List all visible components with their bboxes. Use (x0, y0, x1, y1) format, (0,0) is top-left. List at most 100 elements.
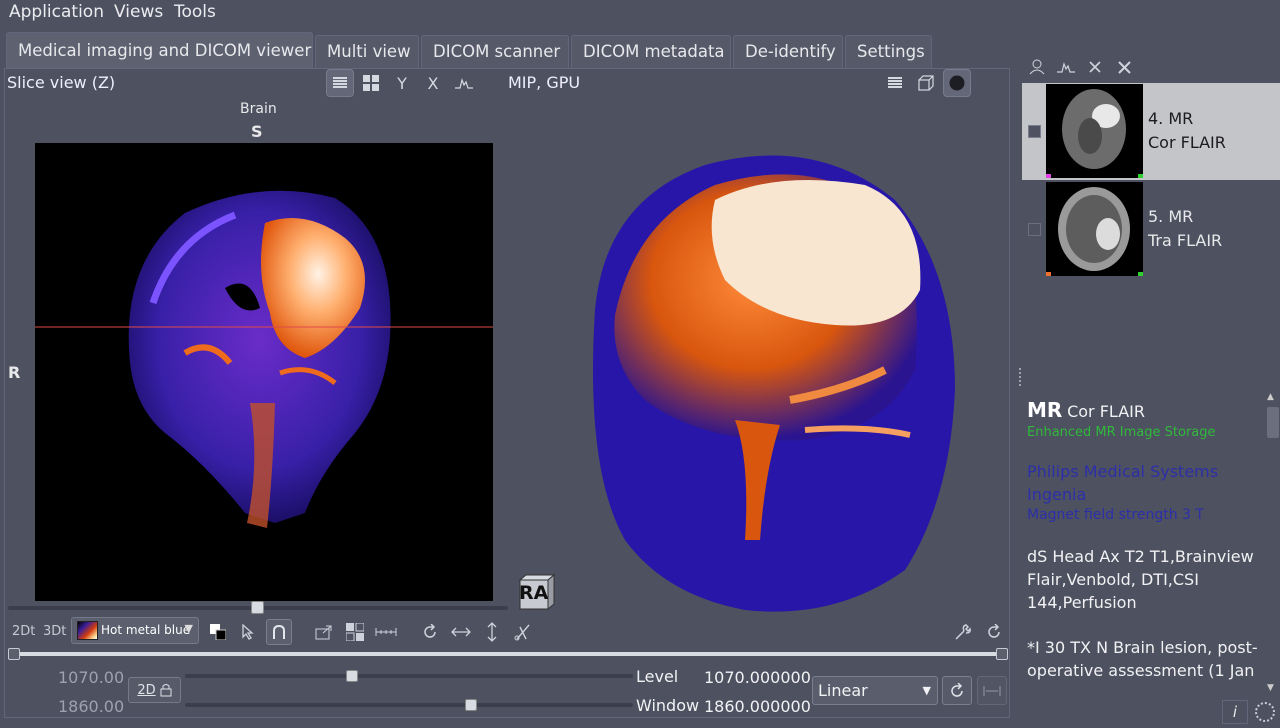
sphere-view-button[interactable] (943, 69, 971, 97)
menu-application[interactable]: Application (9, 2, 104, 22)
width-range-button[interactable] (977, 676, 1007, 705)
checker-icon (346, 623, 364, 641)
series-index: 4. MR (1148, 109, 1194, 128)
lut-swatch-icon (77, 621, 98, 640)
bw-toggle-button[interactable] (205, 619, 231, 645)
mode-2dt-button[interactable]: 2Dt (12, 624, 35, 639)
frame-range-end-handle[interactable] (996, 648, 1008, 660)
interpolation-value: Linear (818, 681, 868, 700)
cube-icon (918, 75, 934, 91)
panel-splitter[interactable] (1019, 368, 1022, 386)
info-scrollbar-thumb[interactable] (1267, 407, 1279, 438)
level-slider-track[interactable] (185, 674, 633, 678)
series-thumbnail (1046, 84, 1143, 178)
export-icon (315, 625, 332, 640)
cut-tool-button[interactable] (510, 619, 536, 645)
frame-range-slider[interactable] (14, 652, 1002, 656)
tab-settings[interactable]: Settings (845, 35, 932, 68)
magnet-icon (273, 625, 285, 639)
menu-views[interactable]: Views (114, 2, 163, 22)
lock-2d-button[interactable]: 2D (128, 677, 181, 703)
close-all-button[interactable] (1112, 55, 1136, 79)
ruler-icon (375, 628, 397, 636)
slice-slider-handle[interactable] (251, 601, 264, 614)
flip-vertical-button[interactable] (479, 619, 505, 645)
series-thumbnail (1046, 182, 1143, 276)
series-toolbar (1026, 55, 1146, 79)
window-slider-handle[interactable] (465, 699, 477, 711)
reset-view-button[interactable] (981, 619, 1007, 645)
coronal-slice-image (35, 190, 493, 528)
level-label: Level (636, 667, 679, 686)
slice-viewport[interactable] (35, 143, 493, 601)
histogram-icon (1057, 62, 1075, 73)
reset-level-window-button[interactable] (942, 676, 972, 705)
chevron-up-icon[interactable]: ▲ (1267, 392, 1274, 402)
sphere-icon (949, 75, 965, 91)
window-value: 1860.00 (58, 697, 125, 716)
tab-medical-imaging[interactable]: Medical imaging and DICOM viewer (6, 32, 313, 68)
measure-distance-button[interactable] (373, 619, 399, 645)
checker-button[interactable] (342, 619, 368, 645)
frame-range-start-handle[interactable] (8, 648, 20, 660)
single-view-button[interactable] (326, 69, 354, 97)
reset-rotation-button[interactable] (417, 619, 443, 645)
refresh-icon (951, 682, 963, 697)
chevron-down-icon[interactable]: ▼ (1267, 683, 1274, 693)
cube-view-button[interactable] (912, 69, 940, 97)
tab-multi-view[interactable]: Multi view (315, 35, 419, 68)
tools-button[interactable] (950, 619, 976, 645)
lut-combobox[interactable]: Hot metal blue ▼ (71, 617, 199, 644)
cut-icon (514, 624, 530, 641)
close-series-button[interactable] (1083, 55, 1107, 79)
level-value: 1070.00 (58, 668, 125, 687)
region-label: Brain (240, 101, 277, 117)
magnet-tool-button[interactable] (266, 619, 292, 645)
info-description: Cor FLAIR (1067, 402, 1145, 421)
info-manufacturer: Philips Medical Systems Ingenia (1027, 462, 1219, 504)
window-slider-track[interactable] (185, 703, 633, 707)
arrows-vertical-icon (487, 622, 497, 642)
head-volume-image (593, 155, 955, 612)
info-comment: *I 30 TX N Brain lesion, post-operative … (1027, 638, 1258, 680)
orientation-superior-label: S (251, 122, 263, 141)
lut-value: Hot metal blue (101, 623, 191, 637)
user-select-button[interactable] (1026, 55, 1050, 79)
info-sop-class: Enhanced MR Image Storage (1027, 425, 1216, 440)
arrows-horizontal-icon (451, 627, 471, 637)
tab-de-identify[interactable]: De-identify (733, 35, 843, 68)
series-checkbox[interactable] (1028, 125, 1041, 138)
series-item[interactable]: 4. MR Cor FLAIR (1022, 83, 1280, 180)
lines-icon (333, 77, 347, 88)
menubar: Application Views Tools (0, 0, 1280, 26)
pointer-tool-button[interactable] (235, 619, 261, 645)
series-info-panel: MR Cor FLAIR Enhanced MR Image Storage P… (1022, 390, 1262, 698)
histogram-button[interactable] (1054, 55, 1078, 79)
series-checkbox[interactable] (1028, 223, 1041, 236)
histogram-button[interactable] (450, 69, 478, 97)
histogram-icon (455, 78, 473, 89)
flip-horizontal-button[interactable] (448, 619, 474, 645)
export-button[interactable] (311, 619, 337, 645)
info-icon[interactable]: i (1222, 700, 1248, 724)
wrench-icon (955, 624, 971, 640)
lines-icon (888, 77, 902, 88)
series-item[interactable]: 5. MR Tra FLAIR (1022, 181, 1280, 278)
volume-render-viewport[interactable] (565, 140, 975, 620)
user-icon (1029, 59, 1045, 75)
y-view-button[interactable]: Y (388, 69, 416, 97)
close-icon (1117, 60, 1131, 74)
tab-dicom-metadata[interactable]: DICOM metadata (571, 35, 731, 68)
tab-dicom-scanner[interactable]: DICOM scanner (421, 35, 569, 68)
grid-view-button[interactable] (357, 69, 385, 97)
orientation-cube[interactable]: RA (516, 573, 556, 611)
mode-3dt-button[interactable]: 3Dt (43, 624, 66, 639)
grid-icon (363, 75, 379, 91)
settings-lines-button[interactable] (881, 69, 909, 97)
interpolation-combobox[interactable]: Linear ▼ (812, 676, 938, 705)
chevron-down-icon: ▼ (184, 622, 193, 635)
close-icon (1089, 61, 1101, 73)
menu-tools[interactable]: Tools (174, 2, 216, 22)
level-slider-handle[interactable] (346, 670, 358, 682)
x-view-button[interactable]: X (419, 69, 447, 97)
